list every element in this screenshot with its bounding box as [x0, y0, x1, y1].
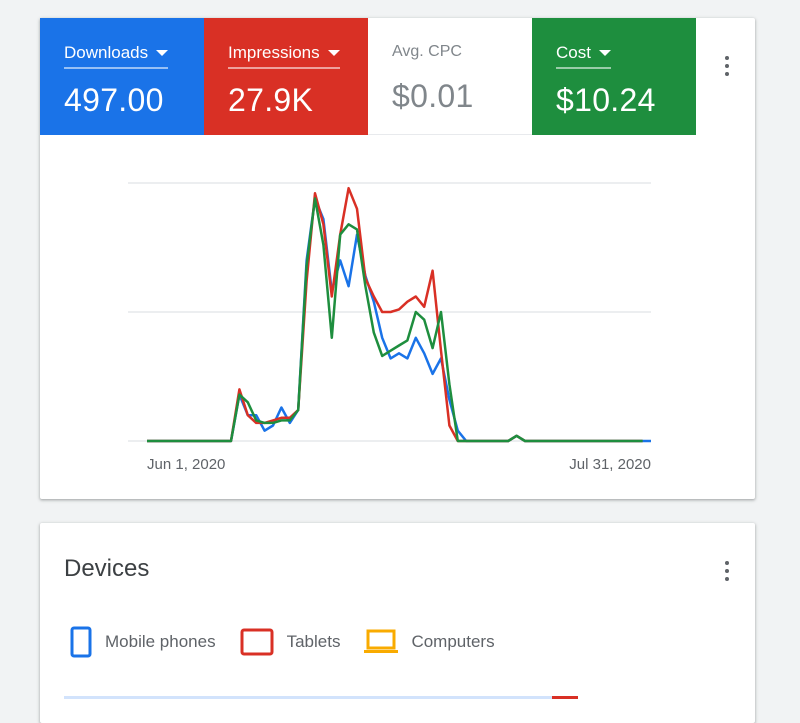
series-line-1 — [147, 186, 643, 443]
metric-downloads-dropdown[interactable]: Downloads — [64, 43, 169, 69]
metric-cost-value: $10.24 — [556, 82, 656, 118]
metric-impressions[interactable]: Impressions 27.9K — [204, 18, 368, 135]
laptop-icon — [364, 629, 399, 653]
legend-item-mobile-phones[interactable]: Mobile phones — [70, 626, 216, 658]
devices-chart-preview-strip-accent — [552, 696, 578, 699]
metric-impressions-value: 27.9K — [228, 82, 314, 118]
more-vert-icon[interactable] — [715, 557, 739, 585]
legend-label-computers: Computers — [411, 632, 495, 651]
devices-legend: Mobile phones Tablets Computers — [70, 626, 519, 658]
dropdown-arrow-icon — [156, 50, 169, 56]
smartphone-icon — [70, 626, 92, 658]
performance-line-chart: Jun 1, 2020 Jul 31, 2020 — [128, 182, 651, 473]
series-line-2 — [147, 197, 643, 443]
performance-card: Downloads 497.00 Impressions 27.9K Avg. … — [40, 18, 755, 499]
metric-downloads-label: Downloads — [64, 43, 149, 62]
legend-label-mobile-phones: Mobile phones — [105, 632, 216, 651]
dropdown-arrow-icon — [327, 50, 340, 56]
dropdown-arrow-icon — [598, 50, 611, 56]
series-line-0 — [147, 197, 651, 443]
legend-item-tablets[interactable]: Tablets — [240, 628, 341, 656]
tablet-icon — [240, 628, 274, 656]
metric-cost-label: Cost — [556, 43, 591, 62]
metric-downloads-value: 497.00 — [64, 82, 164, 118]
metric-avg-cpc-value: $0.01 — [392, 78, 474, 114]
metric-downloads[interactable]: Downloads 497.00 — [40, 18, 204, 135]
metric-cost[interactable]: Cost $10.24 — [532, 18, 696, 135]
metric-avg-cpc-label: Avg. CPC — [392, 43, 462, 60]
metric-cost-dropdown[interactable]: Cost — [556, 43, 611, 69]
legend-item-computers[interactable]: Computers — [364, 629, 495, 655]
metric-impressions-label: Impressions — [228, 43, 320, 62]
x-axis-end-label: Jul 31, 2020 — [569, 456, 651, 473]
devices-chart-preview-strip — [64, 696, 552, 699]
metric-impressions-dropdown[interactable]: Impressions — [228, 43, 340, 69]
metric-avg-cpc[interactable]: Avg. CPC $0.01 — [368, 18, 532, 135]
chart-series — [147, 186, 651, 443]
metric-selector-row: Downloads 497.00 Impressions 27.9K Avg. … — [40, 18, 696, 135]
more-vert-icon[interactable] — [715, 52, 739, 80]
legend-label-tablets: Tablets — [286, 632, 341, 651]
devices-title: Devices — [64, 555, 150, 582]
x-axis-start-label: Jun 1, 2020 — [147, 456, 225, 473]
devices-card: Devices Mobile phones Tablets Computers — [40, 523, 755, 723]
